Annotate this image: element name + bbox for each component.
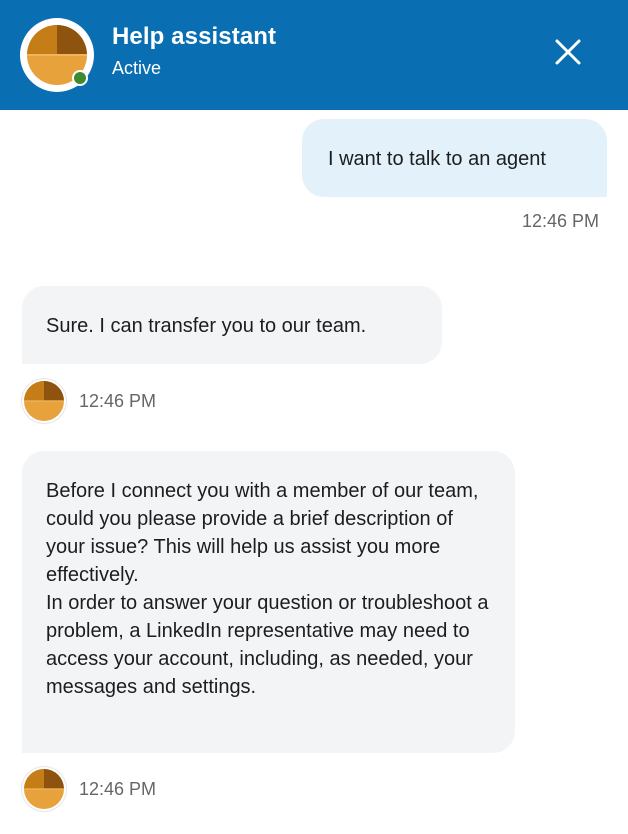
- assistant-avatar-small: [22, 767, 66, 811]
- online-status-dot: [72, 70, 88, 86]
- message-timestamp: 12:46 PM: [522, 211, 600, 231]
- assistant-avatar-small: [22, 379, 66, 423]
- close-button[interactable]: [548, 32, 588, 72]
- chat-title: Help assistant: [112, 23, 277, 50]
- assistant-logo-icon: [24, 769, 64, 809]
- user-message-bubble: I want to talk to an agent: [302, 119, 607, 197]
- message-paragraph: Before I connect you with a member of ou…: [46, 480, 479, 586]
- message-text: Sure. I can transfer you to our team.: [46, 315, 367, 337]
- assistant-message-bubble: Before I connect you with a member of ou…: [22, 451, 515, 753]
- message-text: I want to talk to an agent: [328, 148, 546, 170]
- close-icon[interactable]: [548, 32, 588, 72]
- chat-status: Active: [112, 58, 162, 78]
- assistant-logo-icon: [24, 381, 64, 421]
- chat-header: Help assistant Active: [0, 0, 628, 110]
- message-paragraph: In order to answer your question or trou…: [46, 592, 489, 698]
- message-timestamp: 12:46 PM: [79, 391, 157, 411]
- message-timestamp: 12:46 PM: [79, 779, 157, 799]
- assistant-message-bubble: Sure. I can transfer you to our team.: [22, 286, 442, 364]
